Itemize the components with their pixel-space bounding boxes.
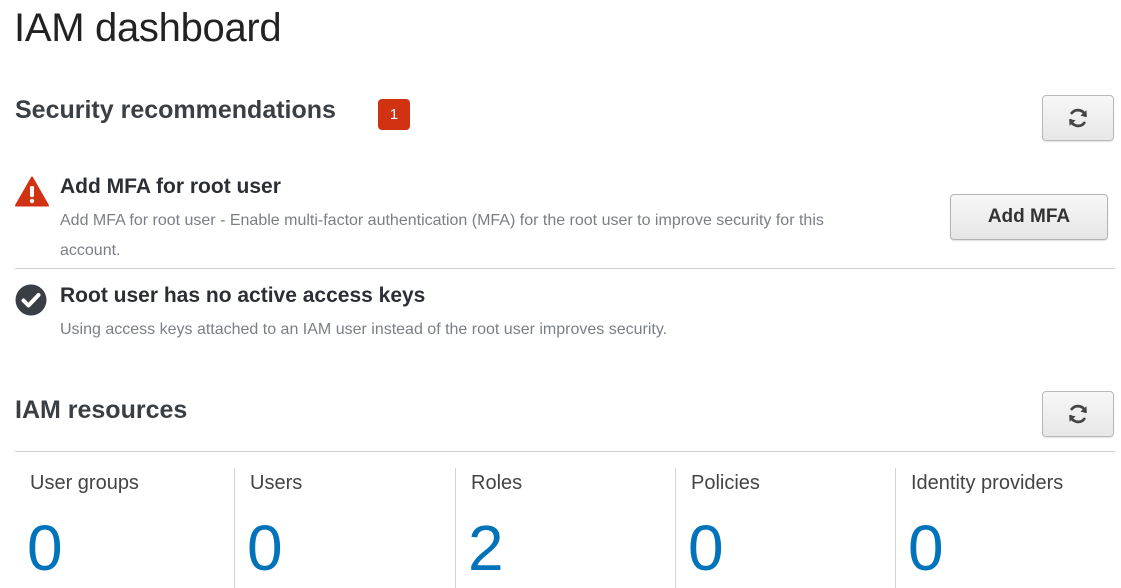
refresh-resources-button[interactable] [1042,391,1114,437]
resource-identity-providers: Identity providers 0 [895,468,1115,588]
resource-count-link[interactable]: 0 [27,508,63,588]
iam-dashboard-page: IAM dashboard Security recommendations 1… [0,0,1121,588]
refresh-icon [1069,108,1087,128]
recommendation-title: Root user has no active access keys [60,284,426,307]
recommendation-description: Add MFA for root user - Enable multi-fac… [60,212,824,259]
resource-count-link[interactable]: 0 [908,508,944,588]
resource-count-link[interactable]: 0 [247,508,283,588]
warning-icon [15,176,49,212]
resource-label: Policies [691,472,760,494]
resource-label: Identity providers [911,472,1064,494]
recommendation-title: Add MFA for root user [60,175,281,198]
resources-divider [15,451,1115,452]
add-mfa-button[interactable]: Add MFA [950,194,1108,240]
iam-resources-title: IAM resources [15,396,188,424]
resource-label: Users [250,472,303,494]
recommendation-description: Using access keys attached to an IAM use… [60,321,668,338]
resource-user-groups: User groups 0 [15,468,235,588]
refresh-recommendations-button[interactable] [1042,95,1114,141]
resource-users: Users 0 [234,468,454,588]
page-title: IAM dashboard [14,6,282,50]
resource-count-link[interactable]: 2 [468,508,504,588]
security-recommendations-title: Security recommendations [15,96,336,124]
recommendations-count-badge: 1 [378,99,410,130]
check-circle-icon [15,284,47,321]
resource-label: User groups [30,472,139,494]
refresh-icon [1069,404,1087,424]
resource-roles: Roles 2 [455,468,675,588]
resource-policies: Policies 0 [675,468,895,588]
recommendation-divider [15,268,1115,269]
resource-label: Roles [471,472,523,494]
resource-count-link[interactable]: 0 [688,508,724,588]
